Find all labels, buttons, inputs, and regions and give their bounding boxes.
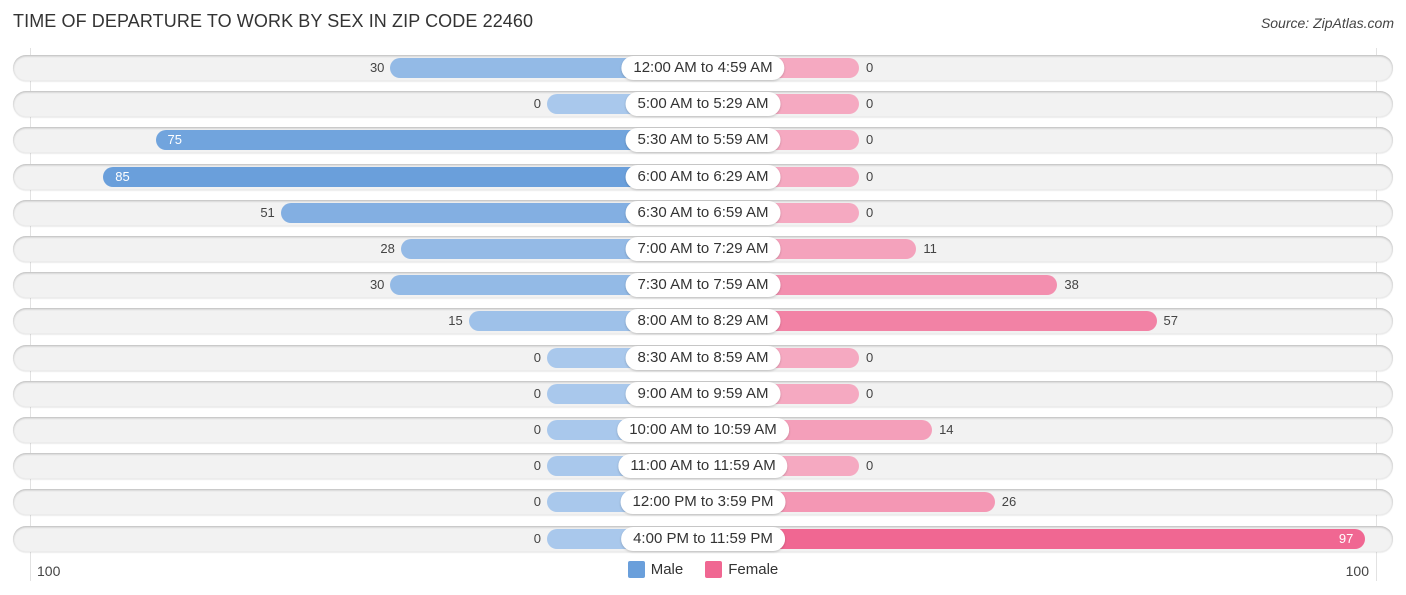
value-label-female: 97	[1338, 530, 1354, 546]
category-label: 5:00 AM to 5:29 AM	[625, 92, 781, 117]
value-label-male: 30	[369, 60, 385, 75]
value-label-female: 0	[866, 349, 874, 365]
value-label-male: 85	[115, 168, 130, 184]
value-label-male: 75	[167, 132, 182, 148]
value-label-female: 14	[939, 422, 954, 437]
value-label-female: 0	[866, 132, 874, 148]
bar-female[interactable]	[703, 528, 1366, 549]
legend-item-female[interactable]: Female	[705, 561, 778, 578]
category-label: 12:00 PM to 3:59 PM	[620, 490, 786, 515]
category-label: 12:00 AM to 4:59 AM	[621, 56, 785, 80]
category-label: 7:30 AM to 7:59 AM	[625, 273, 781, 298]
value-label-male: 0	[533, 494, 541, 510]
value-label-male: 0	[533, 385, 541, 401]
category-label: 8:30 AM to 8:59 AM	[625, 345, 781, 370]
legend-swatch-female	[705, 561, 723, 578]
bar-male[interactable]	[155, 130, 703, 151]
value-label-female: 0	[866, 385, 874, 401]
value-label-female: 0	[866, 458, 874, 474]
value-label-female: 26	[1001, 494, 1017, 510]
legend: Male Female	[0, 561, 1406, 578]
value-label-male: 30	[369, 277, 385, 293]
category-label: 6:00 AM to 6:29 AM	[625, 164, 781, 189]
category-label: 4:00 PM to 11:59 PM	[621, 526, 785, 551]
legend-label-female: Female	[728, 561, 779, 578]
category-label: 8:00 AM to 8:29 AM	[625, 309, 781, 334]
value-label-female: 0	[866, 60, 874, 75]
value-label-male: 15	[448, 313, 463, 329]
value-label-female: 0	[866, 204, 874, 220]
category-label: 7:00 AM to 7:29 AM	[625, 237, 781, 261]
value-label-male: 0	[533, 96, 541, 112]
value-label-male: 0	[533, 530, 541, 546]
legend-label-male: Male	[650, 561, 684, 578]
category-label: 10:00 AM to 10:59 AM	[617, 418, 789, 442]
source-label: Source: ZipAtlas.com	[1260, 15, 1394, 31]
value-label-female: 38	[1064, 277, 1079, 293]
value-label-male: 0	[533, 422, 541, 437]
legend-swatch-male	[627, 561, 645, 578]
value-label-male: 51	[260, 204, 275, 220]
value-label-female: 11	[923, 241, 937, 256]
value-label-male: 28	[380, 241, 395, 256]
category-label: 5:30 AM to 5:59 AM	[625, 128, 781, 153]
value-label-male: 0	[533, 458, 541, 474]
value-label-male: 0	[533, 349, 541, 365]
legend-item-male[interactable]: Male	[627, 561, 684, 578]
value-label-female: 0	[866, 96, 874, 112]
value-label-female: 0	[866, 168, 874, 184]
value-label-female: 57	[1163, 313, 1178, 329]
category-label: 6:30 AM to 6:59 AM	[625, 200, 781, 225]
category-label: 11:00 AM to 11:59 AM	[618, 454, 788, 479]
category-label: 9:00 AM to 9:59 AM	[625, 381, 781, 406]
bar-male[interactable]	[103, 166, 703, 187]
chart-title: TIME OF DEPARTURE TO WORK BY SEX IN ZIP …	[13, 11, 534, 31]
